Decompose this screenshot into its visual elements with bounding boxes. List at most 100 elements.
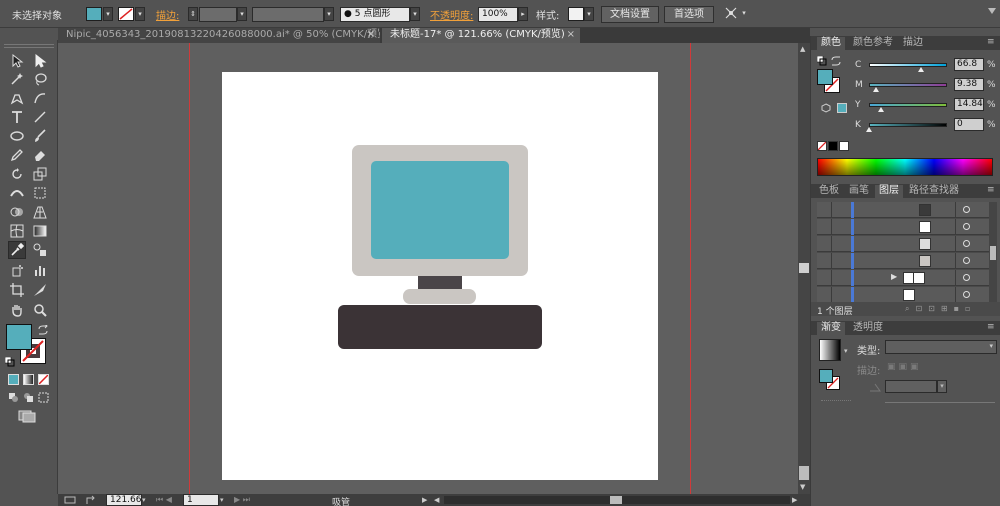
panel-fill-box[interactable]	[817, 69, 833, 85]
scroll-right-icon[interactable]: ▶	[792, 496, 800, 504]
layer-row[interactable]	[817, 253, 993, 269]
curvature-tool-icon[interactable]	[31, 89, 49, 107]
opacity-field[interactable]: 100%	[478, 7, 518, 22]
blend-tool-icon[interactable]	[31, 241, 49, 259]
angle-dropdown[interactable]: ▾	[937, 380, 947, 393]
swap-colors-icon[interactable]	[831, 56, 841, 66]
brush-definition-field[interactable]: ● 5 点圆形	[340, 7, 410, 22]
layers-scrollbar[interactable]	[989, 202, 997, 302]
channel-k-value[interactable]: 0	[954, 118, 984, 131]
expand-arrow-icon[interactable]: ▶	[891, 272, 897, 281]
slice-tool-icon[interactable]	[31, 281, 49, 299]
paintbrush-tool-icon[interactable]	[31, 127, 49, 145]
vertical-scrollbar[interactable]: ▲ ▼	[798, 43, 810, 494]
none-mode-button[interactable]	[38, 374, 49, 385]
eraser-tool-icon[interactable]	[31, 146, 49, 164]
channel-c-track[interactable]	[869, 63, 947, 67]
layer-row[interactable]: ▶	[817, 270, 993, 286]
stroke-dropdown[interactable]: ▾	[135, 7, 145, 21]
width-tool-icon[interactable]	[8, 184, 26, 202]
white-color-swatch[interactable]	[839, 141, 849, 151]
channel-y-thumb[interactable]	[877, 107, 884, 112]
artboard-navigation-icon[interactable]	[64, 496, 78, 504]
stroke-weight-dropdown[interactable]: ▾	[237, 7, 247, 21]
stroke-gradient-mode-icons[interactable]: ▣▣▣	[887, 362, 933, 374]
status-menu-arrow[interactable]: ▶	[422, 494, 430, 506]
layer-row[interactable]	[817, 219, 993, 235]
monitor-base[interactable]	[403, 289, 476, 304]
horizontal-scroll-thumb[interactable]	[610, 496, 622, 504]
style-dropdown[interactable]: ▾	[584, 7, 594, 21]
layer-row[interactable]	[817, 287, 993, 302]
channel-m-track[interactable]	[869, 83, 947, 87]
gradient-angle-field[interactable]	[885, 380, 937, 393]
color-spectrum[interactable]	[817, 158, 993, 176]
out-of-gamut-icon[interactable]	[821, 103, 831, 113]
layer-row[interactable]	[817, 202, 993, 218]
channel-k-thumb[interactable]	[866, 127, 872, 132]
tab-color[interactable]: 颜色	[817, 37, 845, 50]
gradient-tool-icon[interactable]	[31, 222, 49, 240]
layer-row[interactable]	[817, 236, 993, 252]
panel-menu-icon[interactable]	[988, 8, 996, 16]
tab-swatches[interactable]: 色板	[815, 185, 843, 198]
artboard-number-field[interactable]: 1	[183, 494, 219, 506]
panel-menu-icon[interactable]: ≡	[987, 322, 995, 332]
artboard-tool-icon[interactable]	[8, 281, 26, 299]
swap-fill-stroke-icon[interactable]	[38, 323, 48, 335]
share-icon[interactable]	[86, 495, 98, 505]
lasso-tool-icon[interactable]	[31, 70, 49, 88]
opacity-label[interactable]: 不透明度:	[430, 7, 473, 22]
stroke-weight-stepper[interactable]: ⇕	[188, 7, 198, 21]
monitor-screen[interactable]	[371, 161, 509, 259]
panel-grip[interactable]	[4, 44, 54, 48]
stroke-swatch[interactable]	[118, 7, 134, 21]
eyedropper-tool-icon[interactable]	[8, 241, 26, 259]
style-swatch[interactable]	[568, 7, 584, 21]
selection-tool-icon[interactable]	[8, 52, 26, 70]
tab-gradient[interactable]: 渐变	[817, 322, 845, 335]
layers-scroll-thumb[interactable]	[990, 246, 996, 260]
tab-pathfinder[interactable]: 路径查找器	[905, 185, 963, 198]
zoom-tool-icon[interactable]	[31, 301, 49, 319]
mesh-tool-icon[interactable]	[8, 222, 26, 240]
column-graph-tool-icon[interactable]	[31, 261, 49, 279]
pen-tool-icon[interactable]	[8, 89, 26, 107]
tab-nipic-document[interactable]: Nipic_4056343_20190813220426088000.ai* @…	[58, 28, 380, 43]
channel-k-track[interactable]	[869, 123, 947, 127]
arrange-documents-icon[interactable]	[724, 6, 738, 20]
line-segment-tool-icon[interactable]	[31, 108, 49, 126]
default-colors-icon[interactable]	[816, 55, 827, 66]
tab-brushes[interactable]: 画笔	[845, 185, 873, 198]
scale-tool-icon[interactable]	[31, 165, 49, 183]
channel-c-value[interactable]: 66.8	[954, 58, 984, 71]
brush-dropdown[interactable]: ▾	[410, 7, 420, 21]
tab-transparency[interactable]: 透明度	[849, 322, 887, 335]
first-prev-artboard[interactable]: ⏮ ◀	[156, 494, 180, 506]
draw-normal-icon[interactable]	[8, 392, 19, 403]
gradient-type-select[interactable]: ▾	[885, 340, 997, 354]
horizontal-scroll-track[interactable]	[444, 496, 790, 504]
ellipse-tool-icon[interactable]	[8, 127, 26, 145]
doc-settings-button[interactable]: 文档设置	[601, 6, 659, 23]
channel-y-value[interactable]: 14.84	[954, 98, 984, 111]
canvas-area[interactable]	[58, 43, 798, 494]
tab-stroke[interactable]: 描边	[899, 37, 927, 50]
zoom-field[interactable]: 121.66	[106, 494, 142, 506]
next-last-artboard[interactable]: ▶ ⏭	[234, 494, 258, 506]
draw-inside-icon[interactable]	[38, 392, 49, 403]
tab-layers[interactable]: 图层	[875, 185, 903, 198]
fill-color-box[interactable]	[6, 324, 32, 350]
color-mode-button[interactable]	[8, 374, 19, 385]
scroll-thumb-upper[interactable]	[799, 263, 809, 273]
monitor-neck[interactable]	[418, 276, 462, 291]
keyboard-block[interactable]	[338, 305, 542, 349]
shape-builder-tool-icon[interactable]	[8, 203, 26, 221]
free-transform-tool-icon[interactable]	[31, 184, 49, 202]
zoom-dropdown[interactable]: ▾	[142, 494, 150, 506]
scroll-thumb-lower[interactable]	[799, 466, 809, 480]
panel-menu-icon[interactable]: ≡	[987, 37, 995, 47]
none-color-swatch[interactable]	[817, 141, 827, 151]
panel-menu-icon[interactable]: ≡	[987, 185, 995, 195]
symbol-sprayer-tool-icon[interactable]	[8, 261, 26, 279]
